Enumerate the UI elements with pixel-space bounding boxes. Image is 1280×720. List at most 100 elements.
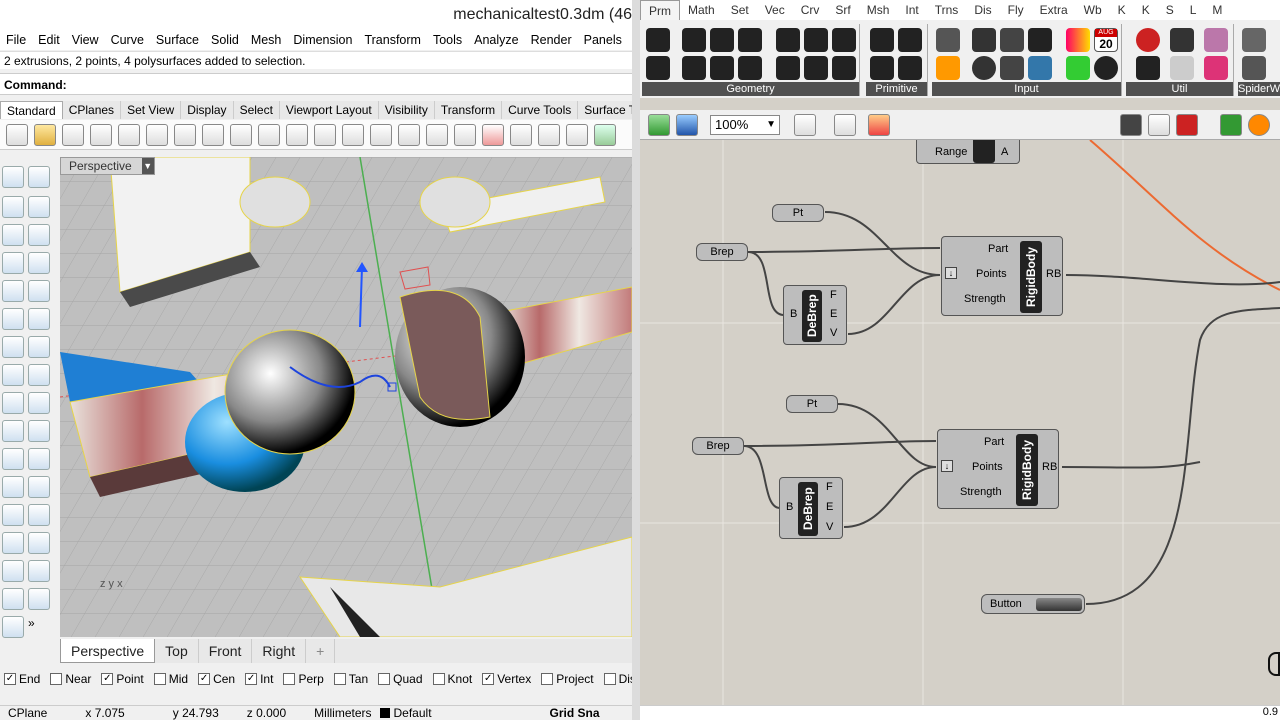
gh-tab-curve[interactable]: Crv — [793, 0, 828, 20]
car-render-icon[interactable] — [482, 123, 504, 146]
gh-tab-vector[interactable]: Vec — [757, 0, 793, 20]
checkbox-end[interactable]: ✓ — [4, 673, 16, 685]
fillet-icon[interactable] — [2, 476, 24, 498]
mesh-param-icon[interactable] — [804, 28, 828, 52]
pan-hand-icon[interactable] — [258, 123, 280, 146]
menu-solid[interactable]: Solid — [205, 30, 245, 50]
tab-visibility[interactable]: Visibility — [379, 101, 435, 119]
polyline-icon[interactable] — [2, 196, 24, 218]
cut-icon[interactable] — [146, 123, 168, 146]
open-folder-icon[interactable] — [34, 123, 56, 146]
checkbox-mid[interactable] — [153, 673, 166, 685]
field-param-icon[interactable] — [832, 28, 856, 52]
trim-icon[interactable] — [2, 420, 24, 442]
tab-cplanes[interactable]: CPlanes — [63, 101, 122, 119]
mesh-tools-icon[interactable] — [28, 560, 50, 582]
point-param-1[interactable]: Pt — [772, 204, 824, 222]
clock-icon[interactable] — [1094, 56, 1118, 80]
bake-icon[interactable] — [1248, 114, 1270, 136]
open-file-icon[interactable] — [648, 114, 670, 136]
circle-param-icon[interactable] — [682, 28, 706, 52]
command-prompt[interactable]: Command: — [0, 73, 632, 95]
button-input-icon[interactable] — [972, 28, 996, 52]
arc-icon[interactable] — [28, 224, 50, 246]
gh-tab-k1[interactable]: K — [1110, 0, 1134, 20]
group-param-icon[interactable] — [804, 56, 828, 80]
undo-view-icon[interactable] — [426, 123, 448, 146]
cherry-icon[interactable] — [1136, 28, 1160, 52]
flask-icon[interactable] — [1204, 56, 1228, 80]
brep-param-icon[interactable] — [776, 28, 800, 52]
grid-array-icon[interactable] — [2, 588, 24, 610]
save-icon[interactable] — [62, 123, 84, 146]
rigidbody-component-2[interactable]: Part Points ↓ Strength RigidBody RB — [937, 429, 1059, 509]
download-icon[interactable] — [936, 28, 960, 52]
surface-param-icon[interactable] — [738, 28, 762, 52]
menu-tools[interactable]: Tools — [427, 30, 468, 50]
gradient-input-icon[interactable] — [1066, 28, 1090, 52]
gh-tab-surface[interactable]: Srf — [827, 0, 858, 20]
box-param-icon[interactable] — [776, 56, 800, 80]
atom-param-icon[interactable] — [832, 56, 856, 80]
point-param-icon[interactable] — [710, 56, 734, 80]
light-icon[interactable] — [566, 123, 588, 146]
plane-param-icon[interactable] — [682, 56, 706, 80]
checkbox-tan[interactable] — [333, 673, 346, 685]
ribbon-label-primitive[interactable]: Primitive — [866, 82, 927, 96]
tab-standard[interactable]: Standard — [0, 101, 63, 119]
zoom-window-icon[interactable] — [342, 123, 364, 146]
flow-icon[interactable] — [28, 588, 50, 610]
ribbon-label-input[interactable]: Input — [932, 82, 1121, 96]
save-icon[interactable] — [676, 114, 698, 136]
menu-mesh[interactable]: Mesh — [245, 30, 288, 50]
gh-tab-transform[interactable]: Trns — [927, 0, 967, 20]
geometry-param-icon[interactable] — [646, 28, 670, 52]
gh-tab-wb[interactable]: Wb — [1076, 0, 1110, 20]
gh-tab-display[interactable]: Dis — [966, 0, 999, 20]
gh-tab-intersect[interactable]: Int — [897, 0, 926, 20]
image-sampler-icon[interactable] — [936, 56, 960, 80]
checkbox-int[interactable]: ✓ — [245, 673, 258, 685]
gh-tab-sets[interactable]: Set — [723, 0, 757, 20]
slider-input-icon[interactable] — [1000, 28, 1024, 52]
circle-icon[interactable] — [2, 224, 24, 246]
osnap-mid[interactable]: Mid — [153, 672, 188, 686]
rectangle-icon[interactable] — [2, 252, 24, 274]
swatch-input-icon[interactable] — [1028, 56, 1052, 80]
data-dam-icon[interactable] — [1204, 28, 1228, 52]
preview-mode-icon[interactable] — [1120, 114, 1142, 136]
gh-tab-fly[interactable]: Fly — [1000, 0, 1032, 20]
tab-display[interactable]: Display — [181, 101, 234, 119]
zoom-selected-icon[interactable] — [398, 123, 420, 146]
tab-viewport-layout[interactable]: Viewport Layout — [280, 101, 379, 119]
arrow-outline-icon[interactable] — [1170, 56, 1194, 80]
gh-tab-maths[interactable]: Math — [680, 0, 723, 20]
preview-eye-icon[interactable] — [834, 114, 856, 136]
gh-tab-mesh[interactable]: Msh — [859, 0, 898, 20]
rigidbody-component-1[interactable]: Part Points ↓ Strength RigidBody RB — [941, 236, 1063, 316]
zoom-dropdown[interactable]: 100% ▼ — [710, 115, 780, 135]
osnap-end[interactable]: ✓ End — [4, 672, 40, 686]
align-icon[interactable] — [2, 532, 24, 554]
polygon-icon[interactable] — [28, 252, 50, 274]
gh-tab-extra[interactable]: Extra — [1032, 0, 1076, 20]
debrep-component-2[interactable]: B DeBrep F E V — [779, 477, 843, 539]
osnap-cen[interactable]: ✓ Cen — [198, 672, 235, 686]
checkbox-cen[interactable]: ✓ — [198, 673, 211, 685]
boolean-param-icon[interactable] — [870, 28, 894, 52]
more-tools-icon[interactable]: » — [28, 616, 50, 638]
ribbon-label-geometry[interactable]: Geometry — [642, 82, 859, 96]
checkbox-disable[interactable] — [603, 673, 616, 685]
tab-top[interactable]: Top — [155, 639, 199, 663]
spiderweb-graph-icon[interactable] — [1242, 56, 1266, 80]
explode-icon[interactable] — [28, 448, 50, 470]
checkbox-quad[interactable] — [378, 673, 391, 685]
panel-input-icon[interactable] — [1028, 28, 1052, 52]
checkbox-point[interactable]: ✓ — [101, 673, 114, 685]
menu-file[interactable]: File — [0, 30, 32, 50]
line-param-icon[interactable] — [646, 56, 670, 80]
edit-points-icon[interactable] — [28, 392, 50, 414]
tab-right[interactable]: Right — [252, 639, 307, 663]
solid-tools-icon[interactable] — [2, 560, 24, 582]
four-view-icon[interactable] — [454, 123, 476, 146]
